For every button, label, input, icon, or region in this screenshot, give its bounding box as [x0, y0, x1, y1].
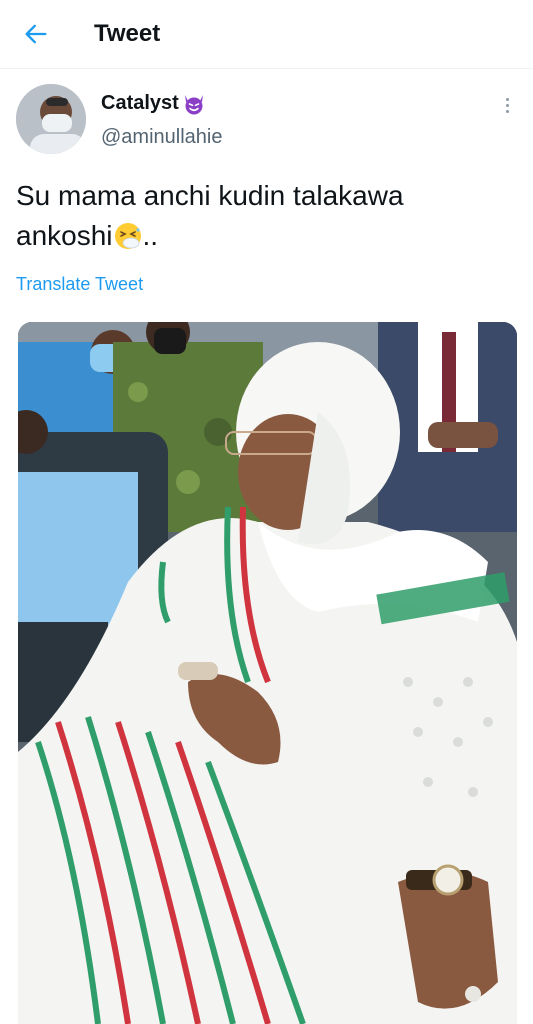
more-vertical-icon: [505, 97, 509, 101]
display-name[interactable]: Catalyst: [101, 92, 206, 115]
arrow-left-icon: [25, 24, 47, 44]
tweet-text: Su mama anchi kudin talakawa ankoshi ..: [16, 176, 516, 256]
tweet-photo[interactable]: [18, 322, 517, 1024]
tweet-text-line-2-prefix: ankoshi: [16, 220, 113, 251]
top-bar: Tweet: [0, 0, 533, 69]
sneezing-face-icon: [114, 223, 141, 249]
smiling-face-with-horns-icon: [184, 94, 203, 114]
tweet-text-line-2-suffix: ..: [142, 220, 159, 251]
avatar[interactable]: [16, 84, 86, 154]
page-title: Tweet: [94, 20, 161, 47]
tweet-text-line-2: ankoshi ..: [16, 216, 516, 256]
tweet-text-line-1: Su mama anchi kudin talakawa: [16, 180, 404, 211]
back-button[interactable]: [18, 18, 54, 50]
translate-tweet-link[interactable]: Translate Tweet: [16, 274, 143, 295]
user-handle[interactable]: @aminullahie: [101, 126, 222, 149]
more-options-button[interactable]: [496, 92, 518, 118]
tweet-photo-image: [18, 322, 517, 1024]
display-name-text: Catalyst: [101, 92, 179, 114]
